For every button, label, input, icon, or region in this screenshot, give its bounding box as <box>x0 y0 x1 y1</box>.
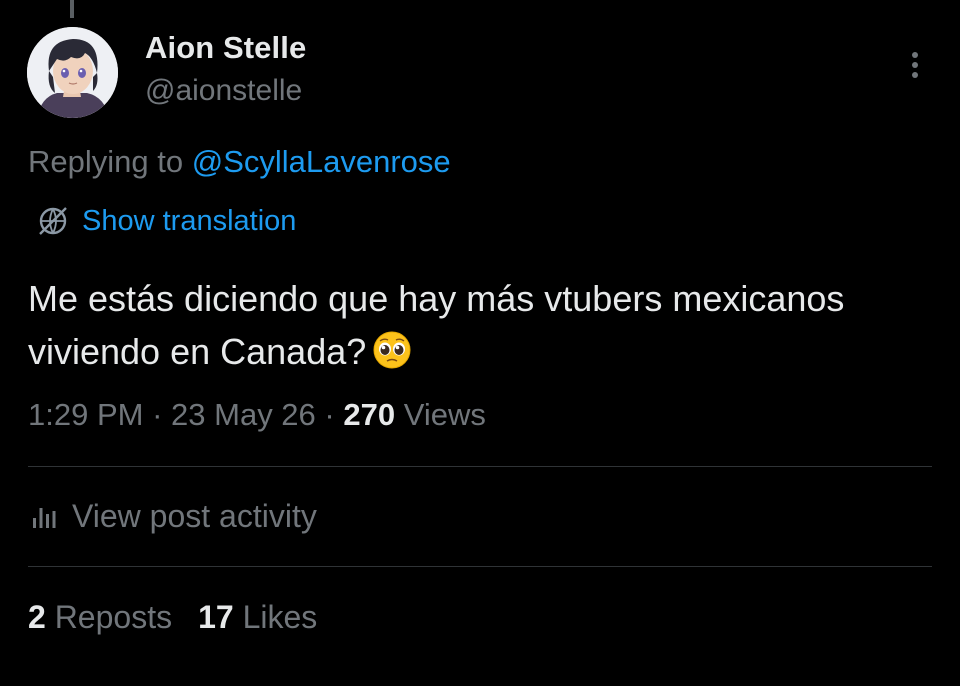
avatar[interactable] <box>27 27 118 118</box>
author-display-name[interactable]: Aion Stelle <box>145 30 306 66</box>
likes-stat[interactable]: 17 Likes <box>198 599 317 635</box>
avatar-image <box>27 27 118 118</box>
post-metadata: 1:29 PM · 23 May 26 · 270 Views <box>28 397 486 433</box>
meta-separator: · <box>152 397 163 432</box>
show-translation-label: Show translation <box>82 204 297 237</box>
divider <box>28 466 932 467</box>
view-post-activity-label: View post activity <box>72 498 317 534</box>
view-post-activity-button[interactable]: View post activity <box>30 498 317 535</box>
views-label: Views <box>403 397 486 432</box>
reply-mention-link[interactable]: @ScyllaLavenrose <box>192 144 451 179</box>
post-time[interactable]: 1:29 PM <box>28 397 143 432</box>
divider <box>28 566 932 567</box>
reposts-label: Reposts <box>54 599 173 635</box>
thread-connector-line <box>70 0 74 18</box>
views-count: 270 <box>343 397 396 432</box>
reposts-stat[interactable]: 2 Reposts <box>28 599 172 635</box>
meta-separator: · <box>324 397 335 432</box>
bar-chart-icon <box>33 507 56 528</box>
replying-to-line: Replying to @ScyllaLavenrose <box>28 144 451 180</box>
likes-count: 17 <box>198 599 234 635</box>
globe-icon <box>39 207 67 235</box>
more-options-icon[interactable] <box>900 48 930 84</box>
post-text: Me estás diciendo que hay más vtubers me… <box>28 272 928 378</box>
author-handle[interactable]: @aionstelle <box>145 74 302 108</box>
show-translation-button[interactable]: Show translation <box>36 204 296 238</box>
pleading-face-icon <box>372 330 412 370</box>
post-date[interactable]: 23 May 26 <box>171 397 316 432</box>
post-text-body: Me estás diciendo que hay más vtubers me… <box>28 278 845 372</box>
likes-label: Likes <box>242 599 318 635</box>
engagement-stats: 2 Reposts 17 Likes <box>28 599 317 636</box>
replying-prefix: Replying to <box>28 144 184 179</box>
reposts-count: 2 <box>28 599 46 635</box>
